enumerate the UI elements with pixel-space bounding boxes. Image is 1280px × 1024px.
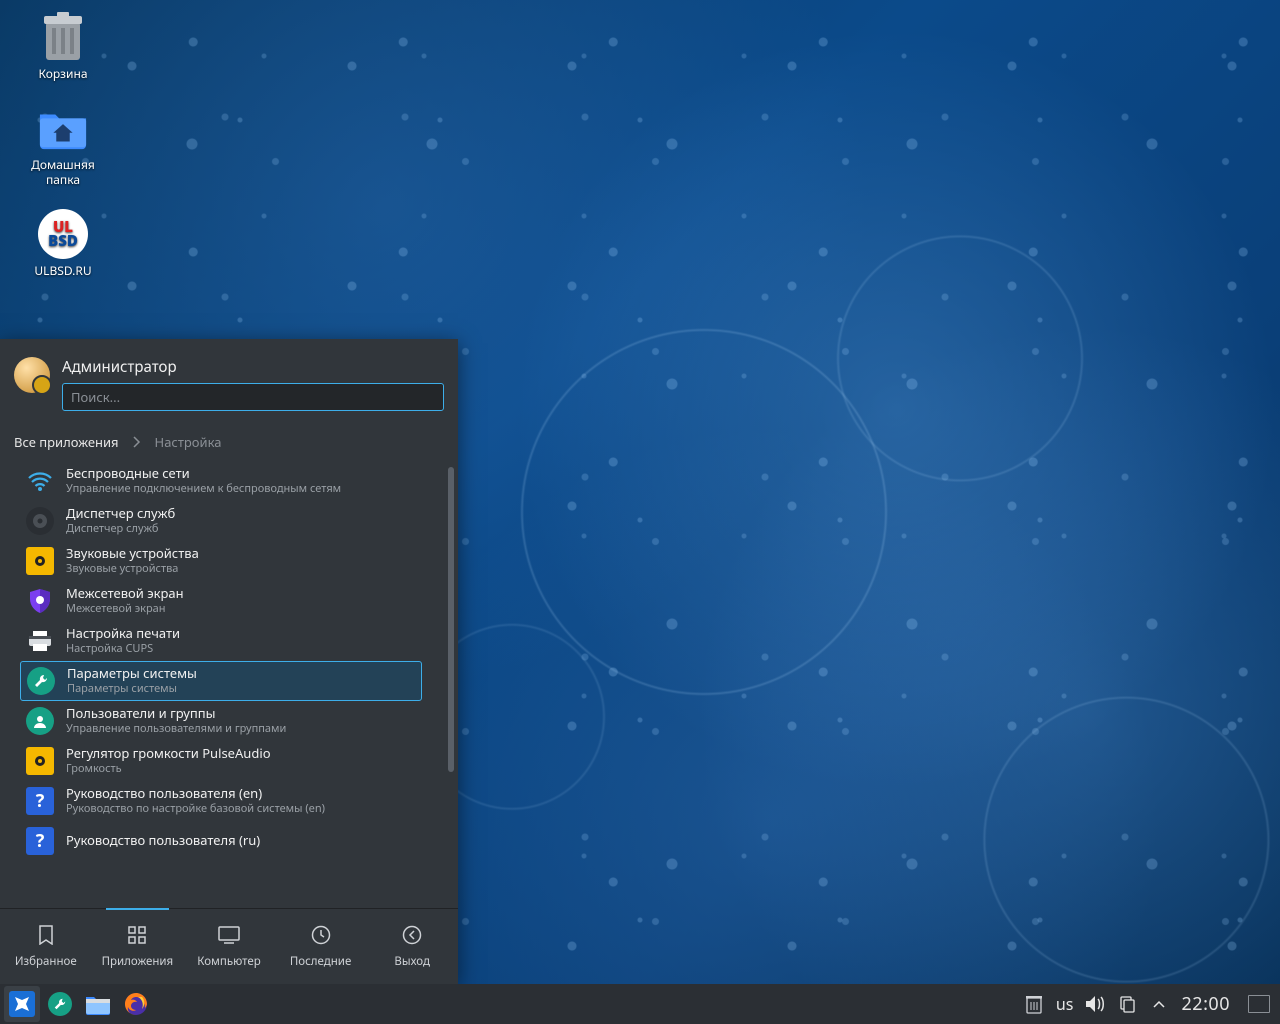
app-item-system-settings[interactable]: Параметры системыПараметры системы <box>20 661 422 701</box>
app-subtitle: Управление пользователями и группами <box>66 722 286 736</box>
app-item-services[interactable]: Диспетчер службДиспетчер служб <box>20 501 422 541</box>
users-icon <box>26 707 54 735</box>
bookmark-icon <box>35 924 57 946</box>
app-title: Межсетевой экран <box>66 586 184 602</box>
app-title: Пользователи и группы <box>66 706 286 722</box>
app-subtitle: Управление подключением к беспроводным с… <box>66 482 341 496</box>
taskbar: us 22:00 <box>0 984 1280 1024</box>
wrench-icon <box>48 992 72 1016</box>
scroll-thumb[interactable] <box>448 467 454 772</box>
app-list: Беспроводные сетиУправление подключением… <box>0 461 458 908</box>
username-label: Администратор <box>62 357 444 377</box>
app-item-users-groups[interactable]: Пользователи и группыУправление пользова… <box>20 701 422 741</box>
app-subtitle: Руководство по настройке базовой системы… <box>66 802 325 816</box>
app-item-printing[interactable]: Настройка печатиНастройка CUPS <box>20 621 422 661</box>
firefox-button[interactable] <box>118 986 154 1022</box>
speaker-icon <box>26 547 54 575</box>
scrollbar[interactable] <box>448 467 454 902</box>
printer-icon <box>26 627 54 655</box>
app-title: Звуковые устройства <box>66 546 199 562</box>
app-item-manual-ru[interactable]: ? Руководство пользователя (ru) <box>20 821 422 861</box>
speaker-icon <box>26 747 54 775</box>
firefox-icon <box>124 992 148 1016</box>
menu-bottom-tabs: Избранное Приложения Компьютер Последние… <box>0 908 458 984</box>
file-manager-button[interactable] <box>80 986 116 1022</box>
keyboard-layout-indicator[interactable]: us <box>1056 993 1074 1015</box>
app-subtitle: Диспетчер служб <box>66 522 175 536</box>
tab-label: Последние <box>290 954 351 969</box>
folder-icon <box>85 993 111 1015</box>
search-input[interactable] <box>71 388 435 406</box>
shield-icon <box>26 587 54 615</box>
system-tray: us 22:00 <box>1024 992 1280 1016</box>
app-item-sound[interactable]: Звуковые устройстваЗвуковые устройства <box>20 541 422 581</box>
gear-icon <box>26 507 54 535</box>
app-launcher-button[interactable] <box>4 986 40 1022</box>
clock[interactable]: 22:00 <box>1181 992 1230 1016</box>
app-subtitle: Звуковые устройства <box>66 562 199 576</box>
tab-applications[interactable]: Приложения <box>92 909 184 984</box>
app-subtitle: Межсетевой экран <box>66 602 184 616</box>
app-launcher-menu: Администратор Все приложения Настройка Б… <box>0 339 458 984</box>
app-item-manual-en[interactable]: ? Руководство пользователя (en)Руководст… <box>20 781 422 821</box>
help-icon: ? <box>26 827 54 855</box>
chevron-up-icon[interactable] <box>1149 994 1169 1014</box>
desktop-icon-label: ULBSD.RU <box>34 263 91 278</box>
desktop-icon-trash[interactable]: Корзина <box>18 12 108 81</box>
tab-leave[interactable]: Выход <box>366 909 458 984</box>
clipboard-icon[interactable] <box>1117 994 1137 1014</box>
app-item-pulseaudio[interactable]: Регулятор громкости PulseAudioГромкость <box>20 741 422 781</box>
breadcrumb-root[interactable]: Все приложения <box>14 433 119 451</box>
app-title: Параметры системы <box>67 666 197 682</box>
app-item-firewall[interactable]: Межсетевой экранМежсетевой экран <box>20 581 422 621</box>
help-icon: ? <box>26 787 54 815</box>
ulbsd-bottom: BSD <box>48 234 78 248</box>
breadcrumb-leaf: Настройка <box>155 433 222 451</box>
system-settings-button[interactable] <box>42 986 78 1022</box>
app-title: Руководство пользователя (en) <box>66 786 325 802</box>
tab-favorites[interactable]: Избранное <box>0 909 92 984</box>
folder-home-icon <box>38 103 88 153</box>
breadcrumb: Все приложения Настройка <box>0 425 458 461</box>
wrench-icon <box>27 667 55 695</box>
chevron-right-icon <box>133 436 141 448</box>
desktop-icon-label: Корзина <box>38 66 87 81</box>
app-item-wireless[interactable]: Беспроводные сетиУправление подключением… <box>20 461 422 501</box>
show-desktop-button[interactable] <box>1248 995 1270 1013</box>
app-title: Диспетчер служб <box>66 506 175 522</box>
app-subtitle: Громкость <box>66 762 271 776</box>
desktop-icon-home[interactable]: Домашняя папка <box>18 103 108 187</box>
wifi-icon <box>26 467 54 495</box>
app-subtitle: Настройка CUPS <box>66 642 180 656</box>
clock-icon <box>310 924 332 946</box>
ulbsd-icon: UL BSD <box>38 209 88 259</box>
monitor-icon <box>218 924 240 946</box>
tab-label: Приложения <box>102 954 174 969</box>
tab-recent[interactable]: Последние <box>275 909 367 984</box>
trash-tray-icon[interactable] <box>1024 994 1044 1014</box>
volume-icon[interactable] <box>1085 994 1105 1014</box>
tab-computer[interactable]: Компьютер <box>183 909 275 984</box>
search-field[interactable] <box>62 383 444 411</box>
grid-icon <box>126 924 148 946</box>
logout-icon <box>401 924 423 946</box>
desktop-icons: Корзина Домашняя папка UL BSD ULBSD.RU <box>18 12 108 278</box>
app-title: Настройка печати <box>66 626 180 642</box>
trash-icon <box>38 12 88 62</box>
tab-label: Компьютер <box>197 954 261 969</box>
app-subtitle: Параметры системы <box>67 682 197 696</box>
desktop-icon-ulbsd[interactable]: UL BSD ULBSD.RU <box>18 209 108 278</box>
desktop-icon-label: Домашняя папка <box>18 157 108 187</box>
tab-label: Выход <box>394 954 430 969</box>
menu-header: Администратор <box>0 339 458 425</box>
tab-label: Избранное <box>15 954 77 969</box>
quick-launch <box>0 986 154 1022</box>
user-avatar-icon[interactable] <box>14 357 50 393</box>
app-title: Руководство пользователя (ru) <box>66 833 260 849</box>
app-title: Регулятор громкости PulseAudio <box>66 746 271 762</box>
app-title: Беспроводные сети <box>66 466 341 482</box>
